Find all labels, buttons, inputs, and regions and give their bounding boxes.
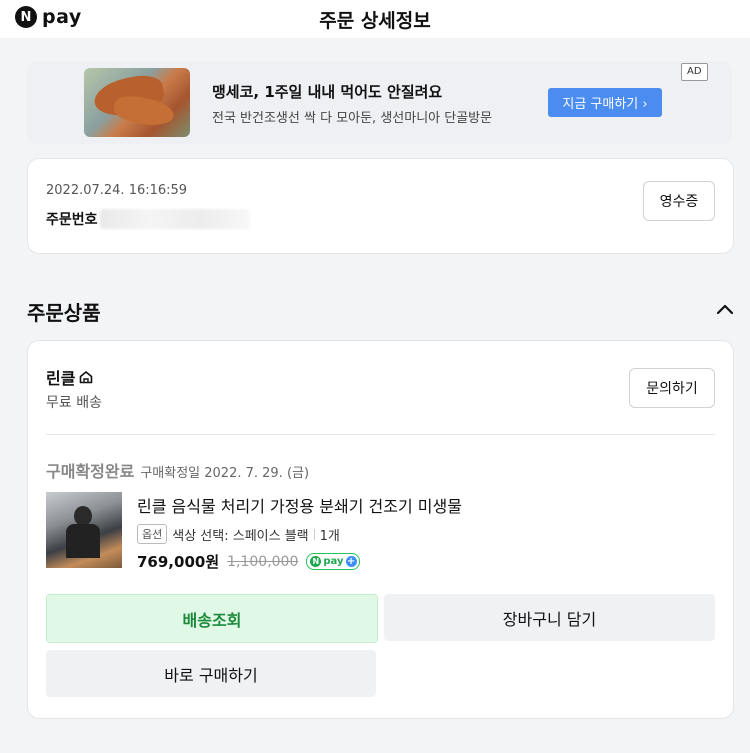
- ad-banner[interactable]: 맹세코, 1주일 내내 먹어도 안질려요 전국 반건조생선 싹 다 모아둔, 생…: [27, 61, 732, 144]
- top-header: N pay 주문 상세정보: [0, 0, 750, 38]
- npay-plus-badge: N pay +: [306, 553, 360, 570]
- image-figure-body: [66, 524, 100, 558]
- price: 769,000원: [137, 553, 220, 571]
- status-label: 구매확정완료: [46, 462, 135, 481]
- chevron-up-icon[interactable]: [716, 302, 734, 316]
- seller-name-text: 린클: [46, 369, 76, 388]
- order-number: 주문번호: [46, 209, 250, 229]
- shipping-info: 무료 배송: [46, 395, 102, 411]
- seller-name[interactable]: 린클: [46, 365, 94, 389]
- track-delivery-button[interactable]: 배송조회: [46, 594, 378, 643]
- product-card: 린클 무료 배송 문의하기 구매확정완료 구매확정일 2022. 7. 29. …: [27, 340, 734, 719]
- ad-image[interactable]: [84, 68, 190, 137]
- order-info-card: 2022.07.24. 16:16:59 주문번호 영수증: [27, 158, 734, 254]
- quantity: 1개: [319, 528, 340, 544]
- product-image[interactable]: [46, 492, 122, 568]
- npay-n-icon: N: [310, 556, 322, 567]
- npay-badge-text: pay: [323, 556, 344, 567]
- ad-buy-now-button[interactable]: 지금 구매하기 ›: [548, 88, 662, 117]
- product-name[interactable]: 린클 음식물 처리기 가정용 분쇄기 건조기 미생물: [137, 493, 462, 517]
- inquiry-button[interactable]: 문의하기: [629, 368, 715, 408]
- divider: [46, 434, 715, 435]
- order-status: 구매확정완료 구매확정일 2022. 7. 29. (금): [46, 458, 309, 482]
- plus-icon: +: [345, 556, 357, 567]
- option-separator: [313, 528, 315, 540]
- order-date: 2022.07.24. 16:16:59: [46, 183, 188, 198]
- add-to-cart-button[interactable]: 장바구니 담기: [384, 594, 715, 641]
- fish-shape-2: [112, 92, 176, 130]
- receipt-button[interactable]: 영수증: [643, 181, 715, 221]
- order-number-label: 주문번호: [46, 212, 98, 228]
- ad-title[interactable]: 맹세코, 1주일 내내 먹어도 안질려요: [212, 81, 442, 102]
- section-title-products: 주문상품: [27, 301, 101, 325]
- ad-description: 전국 반건조생선 싹 다 모아둔, 생선마니아 단골방문: [212, 111, 493, 126]
- image-figure-head: [74, 506, 92, 526]
- original-price: 1,100,000: [227, 553, 299, 570]
- product-price: 769,000원 1,100,000 N pay +: [137, 551, 360, 572]
- buy-now-button[interactable]: 바로 구매하기: [46, 650, 376, 697]
- order-number-redacted: [99, 209, 250, 229]
- confirm-date: 구매확정일 2022. 7. 29. (금): [140, 466, 310, 481]
- store-home-icon: [80, 371, 93, 384]
- product-option: 옵션 색상 선택: 스페이스 블랙 1개: [137, 524, 340, 544]
- page-title: 주문 상세정보: [319, 10, 431, 32]
- option-text: 색상 선택: 스페이스 블랙: [172, 528, 309, 544]
- option-badge: 옵션: [137, 524, 168, 544]
- ad-badge[interactable]: AD: [681, 63, 708, 81]
